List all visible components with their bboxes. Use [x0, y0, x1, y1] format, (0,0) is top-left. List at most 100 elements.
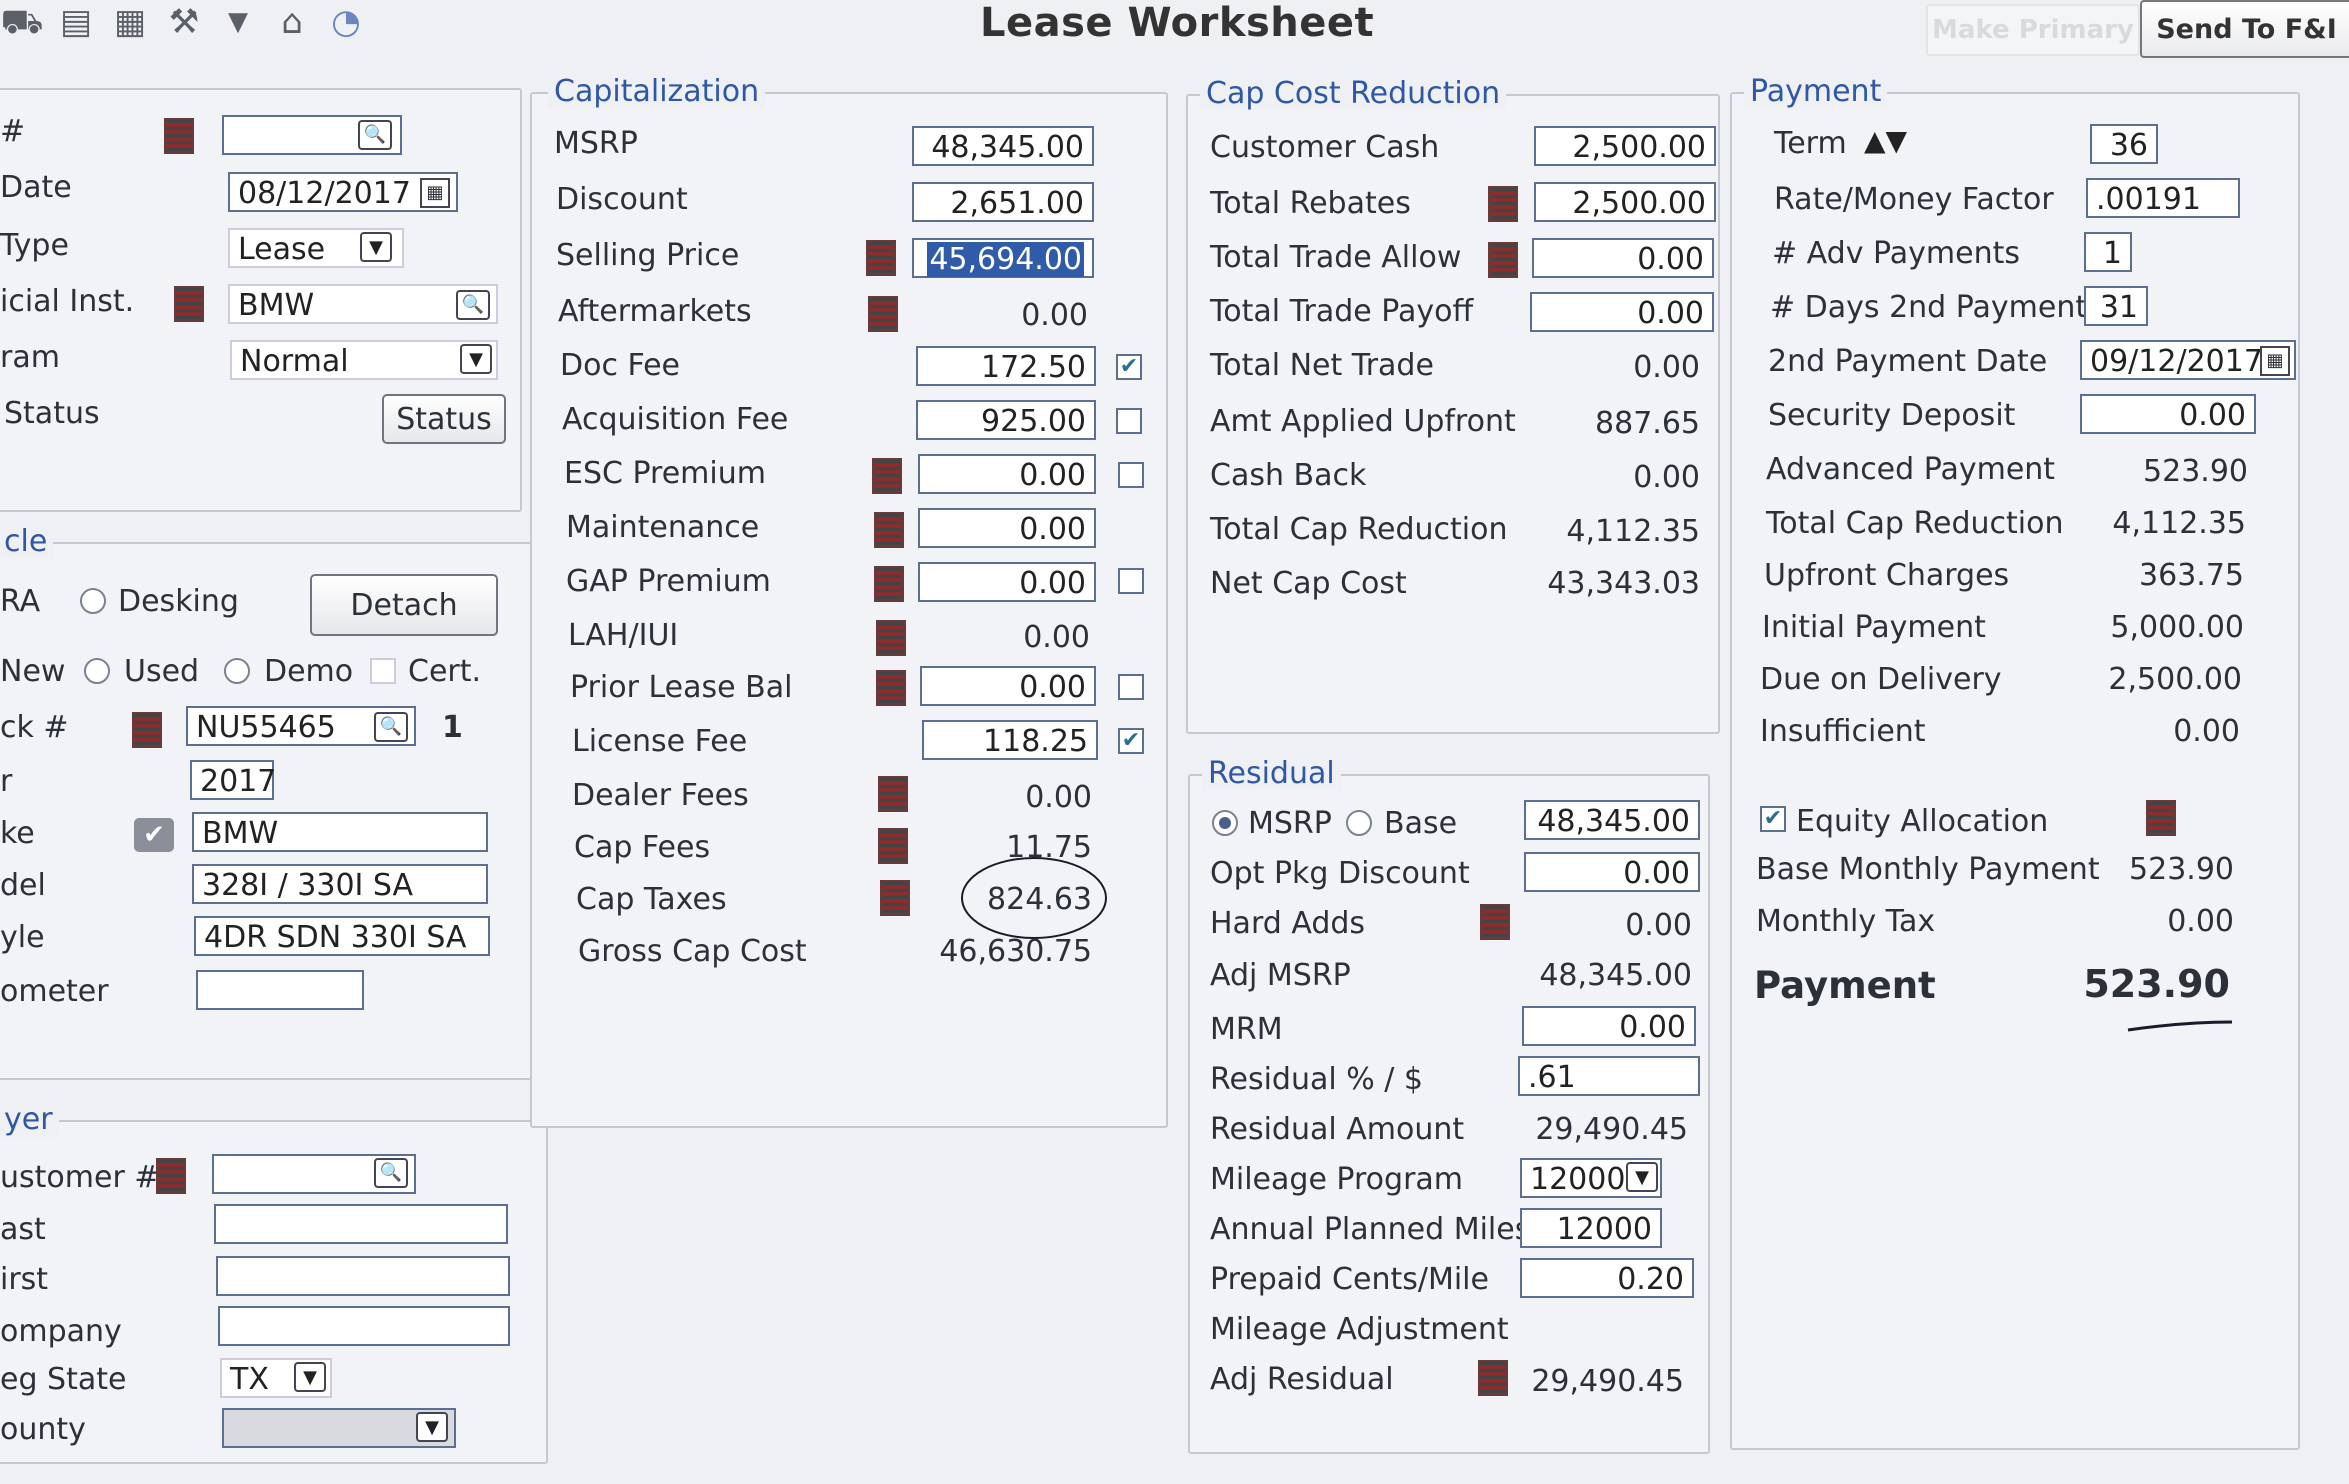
county-chevron-down-icon[interactable]: ▼: [416, 1412, 448, 1442]
mileage-program-chevron-down-icon[interactable]: ▼: [1626, 1162, 1658, 1192]
amt-applied-upfront-label: Amt Applied Upfront: [1210, 404, 1516, 439]
cap-acquisition-fee-input[interactable]: 925.00: [916, 400, 1096, 440]
residual-percent-input[interactable]: .61: [1518, 1056, 1700, 1096]
total-trade-allow-input[interactable]: 0.00: [1532, 238, 1714, 278]
program-select[interactable]: Normal: [230, 340, 498, 380]
program-chevron-down-icon[interactable]: ▼: [460, 344, 492, 374]
adv-payments-input[interactable]: 1: [2084, 232, 2132, 272]
chevron-down-icon[interactable]: ▼: [216, 2, 260, 42]
first-name-input[interactable]: [216, 1256, 510, 1296]
gap-calculator-icon[interactable]: [874, 566, 904, 602]
equity-allocation-checkbox[interactable]: ✔: [1760, 806, 1786, 832]
adj-msrp-value: 48,345.00: [1539, 958, 1692, 993]
hammer-icon[interactable]: ⚒: [162, 2, 206, 42]
rate-money-factor-input[interactable]: .00191: [2086, 178, 2240, 218]
demo-radio[interactable]: [224, 658, 250, 684]
program-label: ram: [0, 340, 60, 375]
equity-calculator-icon[interactable]: [2146, 800, 2176, 836]
prior-lease-calculator-icon[interactable]: [876, 670, 906, 706]
stock-search-icon[interactable]: 🔍: [374, 712, 408, 742]
dealer-fees-calculator-icon[interactable]: [878, 776, 908, 812]
detach-button[interactable]: Detach: [310, 574, 498, 636]
new-label: New: [0, 654, 66, 689]
license-fee-checkbox[interactable]: ✔: [1118, 728, 1144, 754]
customer-calculator-icon[interactable]: [156, 1158, 186, 1194]
term-input[interactable]: 36: [2090, 124, 2158, 164]
cap-esc-premium-input[interactable]: 0.00: [918, 454, 1096, 494]
financial-calculator-icon[interactable]: [174, 286, 204, 322]
cap-fees-calculator-icon[interactable]: [878, 828, 908, 864]
car-icon[interactable]: ⛟: [0, 2, 44, 42]
cert-checkbox[interactable]: [370, 658, 396, 684]
cap-taxes-label: Cap Taxes: [576, 882, 727, 917]
reg-state-chevron-down-icon[interactable]: ▼: [294, 1362, 326, 1392]
days-2nd-payment-input[interactable]: 31: [2084, 286, 2148, 326]
deal-search-icon[interactable]: 🔍: [358, 120, 392, 150]
total-trade-payoff-input[interactable]: 0.00: [1530, 292, 1714, 332]
total-rebates-input[interactable]: 2,500.00: [1534, 182, 1716, 222]
trade-allow-calculator-icon[interactable]: [1488, 242, 1518, 278]
security-deposit-input[interactable]: 0.00: [2080, 394, 2256, 434]
financial-search-icon[interactable]: 🔍: [456, 290, 490, 320]
type-chevron-down-icon[interactable]: ▼: [360, 232, 392, 262]
odometer-input[interactable]: [196, 970, 364, 1010]
used-radio[interactable]: [84, 658, 110, 684]
residual-msrp-input[interactable]: 48,345.00: [1524, 800, 1700, 840]
cap-msrp-input[interactable]: 48,345.00: [912, 126, 1094, 166]
model-input[interactable]: 328I / 330I SA: [192, 864, 488, 904]
cap-taxes-calculator-icon[interactable]: [880, 880, 910, 916]
date-calendar-icon[interactable]: ▦: [420, 178, 450, 208]
last-name-input[interactable]: [214, 1204, 508, 1244]
deal-number-calculator-icon[interactable]: [164, 118, 194, 154]
rebates-calculator-icon[interactable]: [1488, 186, 1518, 222]
cap-selling-price-input[interactable]: 45,694.00: [912, 238, 1094, 278]
calculator-icon[interactable]: ▦: [108, 2, 152, 42]
second-payment-calendar-icon[interactable]: ▦: [2260, 346, 2290, 376]
style-input[interactable]: 4DR SDN 330I SA: [194, 916, 490, 956]
make-input[interactable]: BMW: [192, 812, 488, 852]
prepaid-cents-input[interactable]: 0.20: [1520, 1258, 1694, 1298]
total-net-trade-label: Total Net Trade: [1210, 348, 1434, 383]
cap-gap-premium-input[interactable]: 0.00: [918, 562, 1096, 602]
msrp-radio[interactable]: [1212, 810, 1238, 836]
prior-lease-checkbox[interactable]: [1118, 674, 1144, 700]
odometer-label: ometer: [0, 974, 109, 1009]
gap-premium-checkbox[interactable]: [1118, 568, 1144, 594]
lah-calculator-icon[interactable]: [876, 620, 906, 656]
selling-price-calculator-icon[interactable]: [866, 240, 896, 276]
term-up-down-arrows-icon[interactable]: ▲▼: [1864, 124, 1907, 157]
status-button[interactable]: Status: [382, 394, 506, 444]
esc-premium-checkbox[interactable]: [1118, 462, 1144, 488]
cap-discount-label: Discount: [556, 182, 688, 217]
make-primary-button[interactable]: Make Primary: [1926, 4, 2140, 56]
year-input[interactable]: 2017: [190, 760, 276, 800]
esc-calculator-icon[interactable]: [872, 458, 902, 494]
stock-calculator-icon[interactable]: [132, 712, 162, 748]
acquisition-fee-checkbox[interactable]: [1116, 408, 1142, 434]
home-icon[interactable]: ⌂: [270, 2, 314, 42]
cap-discount-input[interactable]: 2,651.00: [912, 182, 1094, 222]
send-to-fi-button[interactable]: Send To F&I: [2140, 0, 2349, 58]
adj-residual-calculator-icon[interactable]: [1478, 1360, 1508, 1396]
doc-fee-checkbox[interactable]: ✔: [1116, 354, 1142, 380]
document-icon[interactable]: ▤: [54, 2, 98, 42]
customer-cash-input[interactable]: 2,500.00: [1534, 126, 1716, 166]
cap-license-fee-input[interactable]: 118.25: [922, 720, 1098, 760]
opt-pkg-discount-input[interactable]: 0.00: [1524, 852, 1700, 892]
annual-planned-miles-input[interactable]: 12000: [1520, 1208, 1662, 1248]
customer-search-icon[interactable]: 🔍: [374, 1158, 408, 1188]
mrm-input[interactable]: 0.00: [1522, 1006, 1696, 1046]
residual-legend: Residual: [1202, 756, 1341, 791]
car-wash-icon[interactable]: ◔: [324, 2, 368, 42]
company-input[interactable]: [218, 1306, 510, 1346]
maintenance-calculator-icon[interactable]: [874, 512, 904, 548]
cap-maintenance-input[interactable]: 0.00: [918, 508, 1096, 548]
stock-label: ck #: [0, 710, 69, 745]
aftermarkets-calculator-icon[interactable]: [868, 296, 898, 332]
hard-adds-calculator-icon[interactable]: [1480, 904, 1510, 940]
cap-prior-lease-input[interactable]: 0.00: [920, 666, 1096, 706]
desking-radio[interactable]: [80, 588, 106, 614]
base-radio[interactable]: [1346, 810, 1372, 836]
cap-doc-fee-input[interactable]: 172.50: [916, 346, 1096, 386]
demo-label: Demo: [264, 654, 354, 689]
